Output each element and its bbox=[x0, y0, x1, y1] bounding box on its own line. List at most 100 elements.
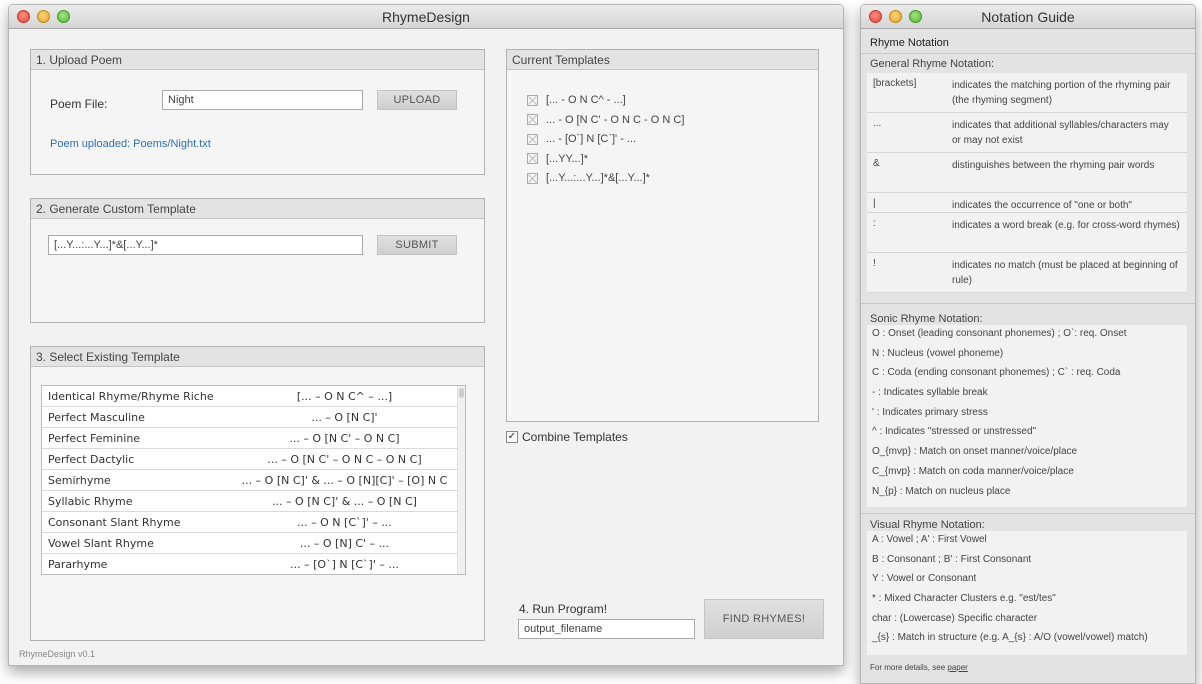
existing-template-panel: 3. Select Existing Template Identical Rh… bbox=[30, 346, 485, 641]
current-template-text: [... - O N C^ - ...] bbox=[546, 94, 626, 106]
template-rule: ... – [O`] N [C`]' – ... bbox=[290, 558, 399, 571]
template-name: Perfect Masculine bbox=[48, 411, 145, 424]
notation-line: ' : Indicates primary stress bbox=[872, 406, 988, 418]
notation-line: * : Mixed Character Clusters e.g. "est/t… bbox=[872, 593, 1056, 605]
notation-line: C_{mvp} : Match on coda manner/voice/pla… bbox=[872, 465, 1074, 477]
notation-guide-window: Notation Guide Rhyme Notation General Rh… bbox=[860, 4, 1196, 684]
guide-footer-text: For more details, see bbox=[870, 663, 948, 672]
template-name: Perfect Dactylic bbox=[48, 453, 135, 466]
guide-footer: For more details, see paper bbox=[870, 663, 968, 672]
current-template-text: ... - O [N C' - O N C - O N C] bbox=[546, 113, 685, 126]
guide-titlebar: Notation Guide bbox=[861, 5, 1195, 29]
notation-line: O : Onset (leading consonant phonemes) ;… bbox=[872, 328, 1127, 339]
remove-template-icon[interactable] bbox=[527, 114, 538, 125]
template-rule: ... – O [N C' – O N C – O N C] bbox=[267, 453, 422, 466]
template-rule: [... – O N C^ – ...] bbox=[296, 390, 393, 403]
template-name: Vowel Slant Rhyme bbox=[48, 537, 154, 550]
template-name: Semirhyme bbox=[48, 474, 111, 487]
template-name: Pararhyme bbox=[48, 558, 108, 571]
notation-line: Y : Vowel or Consonant bbox=[872, 573, 977, 585]
upload-button[interactable]: UPLOAD bbox=[377, 90, 457, 110]
output-filename-field[interactable]: output_filename bbox=[518, 619, 695, 639]
notation-row: ! indicates no match (must be placed at b… bbox=[867, 253, 1187, 293]
notation-line: _{s} : Match in structure (e.g. A_{s} : … bbox=[872, 632, 1148, 644]
combine-templates-checkbox[interactable]: ✓ bbox=[506, 431, 518, 443]
visual-notation-list: A : Vowel ; A' : First Vowel B : Consonan… bbox=[867, 531, 1187, 655]
remove-template-icon[interactable] bbox=[527, 172, 538, 184]
remove-template-icon[interactable] bbox=[527, 133, 538, 145]
current-template-item[interactable]: ... - O [N C' - O N C - O N C] bbox=[527, 114, 684, 126]
notation-description: indicates the matching portion of the rh… bbox=[952, 80, 1171, 106]
notation-symbol: : bbox=[873, 218, 876, 229]
guide-window-title: Notation Guide bbox=[981, 9, 1075, 25]
notation-line: - : Indicates syllable break bbox=[872, 387, 988, 399]
template-rule: ... – O [N C]' bbox=[311, 411, 378, 424]
submit-button[interactable]: SUBMIT bbox=[377, 235, 457, 255]
upload-status: Poem uploaded: Poems/Night.txt bbox=[50, 138, 211, 150]
notation-line: B : Consonant ; B' : First Consonant bbox=[872, 553, 1032, 565]
template-name: Syllabic Rhyme bbox=[48, 495, 133, 508]
divider bbox=[861, 303, 1195, 304]
current-template-item[interactable]: [... - O N C^ - ...] bbox=[527, 94, 626, 106]
notation-description: distinguishes between the rhyming pair w… bbox=[952, 160, 1155, 171]
notation-row: ... indicates that additional syllables/c… bbox=[867, 113, 1187, 153]
current-template-item[interactable]: ... - [O`] N [C`]' - ... bbox=[527, 133, 636, 145]
current-templates-panel: Current Templates [... - O N C^ - ...]..… bbox=[506, 49, 819, 422]
notation-line: C : Coda (ending consonant phonemes) ; C… bbox=[872, 367, 1121, 379]
combine-templates-label: Combine Templates bbox=[522, 430, 628, 444]
poem-file-label: Poem File: bbox=[50, 97, 108, 111]
upload-poem-panel: 1. Upload Poem Poem File: Night UPLOAD P… bbox=[30, 49, 485, 175]
current-template-item[interactable]: [...YY...]* bbox=[527, 153, 588, 165]
notation-line: char : (Lowercase) Specific character bbox=[872, 612, 1038, 624]
template-row[interactable]: Perfect Dactylic ... – O [N C' – O N C – … bbox=[42, 449, 465, 470]
template-rule: ... – O [N C]' & ... – O [N C] bbox=[272, 495, 417, 508]
notation-row: & distinguishes between the rhyming pair … bbox=[867, 153, 1187, 193]
remove-template-icon[interactable] bbox=[527, 94, 538, 106]
template-list-scrollbar[interactable] bbox=[457, 386, 465, 574]
notation-symbol: | bbox=[873, 198, 876, 209]
main-titlebar: RhymeDesign bbox=[9, 5, 843, 29]
template-list[interactable]: Identical Rhyme/Rhyme Riche [... – O N C^… bbox=[41, 385, 466, 575]
visual-notation-title: Visual Rhyme Notation: bbox=[870, 519, 985, 531]
notation-row: [brackets] indicates the matching portion… bbox=[867, 73, 1187, 113]
custom-template-input[interactable]: [...Y...:...Y...]*&[...Y...]* bbox=[48, 235, 363, 255]
notation-description: indicates the occurrence of "one or both… bbox=[952, 200, 1132, 211]
template-row[interactable]: Perfect Masculine ... – O [N C]' bbox=[42, 407, 465, 428]
template-row[interactable]: Semirhyme ... – O [N C]' & ... – O [N][C]… bbox=[42, 470, 465, 491]
general-notation-table: [brackets] indicates the matching portion… bbox=[867, 73, 1187, 293]
template-row[interactable]: Pararhyme ... – [O`] N [C`]' – ... bbox=[42, 554, 465, 574]
template-rule: ... – O N [C`]' – ... bbox=[297, 516, 392, 529]
remove-template-icon[interactable] bbox=[527, 153, 538, 164]
template-rule: ... – O [N C' – O N C] bbox=[289, 432, 400, 445]
notation-line: N : Nucleus (vowel phoneme) bbox=[872, 347, 1004, 359]
divider bbox=[861, 513, 1195, 514]
template-name: Perfect Feminine bbox=[48, 432, 141, 445]
rhyme-notation-heading: Rhyme Notation bbox=[870, 37, 949, 49]
version-label: RhymeDesign v0.1 bbox=[19, 649, 96, 659]
template-row[interactable]: Syllabic Rhyme ... – O [N C]' & ... – O [… bbox=[42, 491, 465, 512]
upload-poem-header: 1. Upload Poem bbox=[31, 50, 484, 70]
find-rhymes-button[interactable]: FIND RHYMES! bbox=[704, 599, 824, 639]
guide-body: Rhyme Notation General Rhyme Notation: [… bbox=[861, 29, 1195, 683]
notation-symbol: ... bbox=[873, 118, 882, 129]
notation-symbol: & bbox=[873, 158, 880, 169]
template-row[interactable]: Vowel Slant Rhyme ... – O [N] C' – ... bbox=[42, 533, 465, 554]
run-program-label: 4. Run Program! bbox=[519, 602, 608, 616]
template-row[interactable]: Identical Rhyme/Rhyme Riche [... – O N C^… bbox=[42, 386, 465, 407]
template-list-scroll-thumb[interactable] bbox=[459, 388, 464, 398]
current-templates-header: Current Templates bbox=[507, 50, 818, 70]
notation-line: N_{p} : Match on nucleus place bbox=[872, 485, 1011, 497]
paper-link[interactable]: paper bbox=[947, 663, 967, 672]
current-template-text: [...Y...:...Y...]*&[...Y...]* bbox=[546, 172, 650, 184]
template-row[interactable]: Perfect Feminine ... – O [N C' – O N C] bbox=[42, 428, 465, 449]
template-row[interactable]: Consonant Slant Rhyme ... – O N [C`]' – .… bbox=[42, 512, 465, 533]
poem-file-field[interactable]: Night bbox=[162, 90, 363, 110]
notation-row: : indicates a word break (e.g. for cross-… bbox=[867, 213, 1187, 253]
notation-line: ^ : Indicates "stressed or unstressed" bbox=[872, 426, 1037, 438]
notation-line: A : Vowel ; A' : First Vowel bbox=[872, 534, 987, 545]
template-name: Consonant Slant Rhyme bbox=[48, 516, 181, 529]
current-template-item[interactable]: [...Y...:...Y...]*&[...Y...]* bbox=[527, 172, 650, 184]
general-notation-title: General Rhyme Notation: bbox=[870, 58, 995, 70]
notation-description: indicates a word break (e.g. for cross-w… bbox=[952, 220, 1180, 231]
divider bbox=[861, 53, 1195, 54]
